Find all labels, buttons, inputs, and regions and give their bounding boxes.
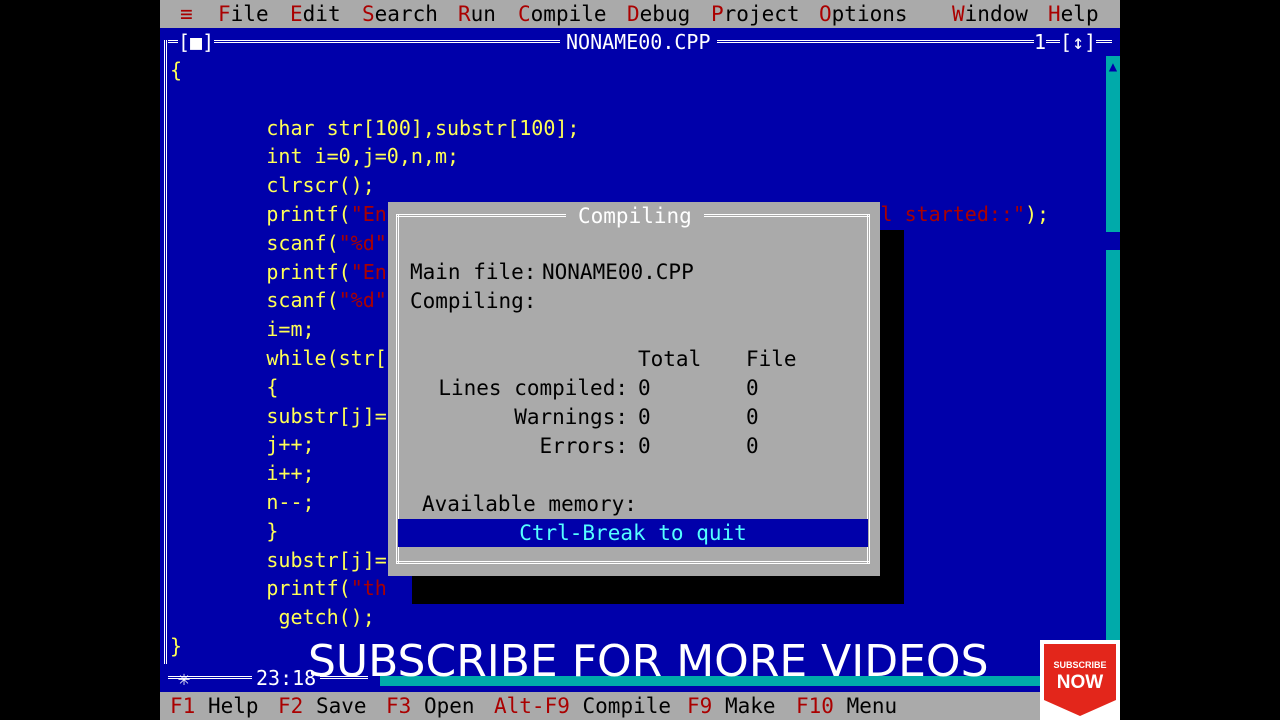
code-text: scanf( [266,230,339,255]
status-menu[interactable]: F10 Menu [796,692,897,720]
code-line: scanf("%d" [266,229,386,257]
menu-run[interactable]: Run [458,0,496,28]
code-text: scanf( [266,288,339,313]
frame-left-border [164,40,167,664]
status-open[interactable]: F3 Open [386,692,475,720]
badge-subscribe-text: SUBSCRIBE [1053,660,1106,670]
string-literal: "%d" [338,230,387,255]
editor-title-bar: [■] NONAME00.CPP 1 [↕] [160,28,1120,56]
warnings-label: Warnings: [514,405,628,429]
status-make[interactable]: F9 Make [687,692,776,720]
scroll-up-arrow-icon[interactable]: ▲ [1106,56,1120,78]
menu-window[interactable]: Window [952,0,1028,28]
menu-debug[interactable]: Debug [627,0,690,28]
menu-options[interactable]: Options [819,0,908,28]
lines-compiled-file: 0 [746,376,759,400]
subscribe-now-badge-icon[interactable]: SUBSCRIBE NOW [1040,640,1120,720]
system-menu-icon[interactable]: ≡ [180,0,193,28]
code-line: printf("th [266,574,386,602]
subscribe-caption: SUBSCRIBE FOR MORE VIDEOS [308,636,989,687]
vertical-scrollbar[interactable]: ▲ [1106,56,1120,664]
lines-compiled-total: 0 [638,376,651,400]
code-line: char str[100],substr[100]; [266,115,580,140]
menu-search[interactable]: Search [362,0,438,28]
code-line: clrscr(); [266,173,375,198]
warnings-total: 0 [638,405,651,429]
lines-compiled-label: Lines compiled: [438,376,628,400]
code-line: } [170,634,183,658]
dialog-border-bottom [396,561,870,564]
warnings-file: 0 [746,405,759,429]
code-line: j++; [266,432,315,457]
column-total: Total [638,347,702,371]
window-number: 1 [1034,28,1047,56]
code-line: i++; [266,461,315,486]
editor-filename-title: NONAME00.CPP [560,28,717,56]
menu-help[interactable]: Help [1048,0,1099,28]
badge-now-text: NOW [1057,672,1104,693]
code-line: getch(); [278,605,375,630]
available-memory-label: Available memory: [422,492,637,516]
status-save[interactable]: F2 Save [278,692,367,720]
menu-file[interactable]: File [218,0,269,28]
code-text: ); [1024,202,1050,226]
code-line: substr[j]= [266,403,387,428]
zoom-window-button[interactable]: [↕] [1060,28,1097,56]
status-compile[interactable]: Alt-F9 Compile [494,692,671,720]
string-literal: "En [350,259,387,284]
turbo-cpp-screen: ≡ File Edit Search Run Compile Debug Pro… [160,0,1120,720]
code-text: printf( [266,259,351,284]
main-file-value: NONAME00.CPP [542,260,694,284]
code-line: while(str[ [266,346,387,370]
code-line: printf("En [266,258,386,286]
code-line: { [170,58,183,82]
string-literal: "th [350,576,387,601]
string-literal: "%d" [338,288,387,313]
column-file: File [746,347,797,371]
code-line: i=m; [266,317,315,342]
close-window-button[interactable]: [■] [178,28,215,56]
code-line: n--; [266,490,315,514]
ctrl-break-quit-hint: Ctrl-Break to quit [398,519,868,547]
menu-project[interactable]: Project [711,0,800,28]
menu-edit[interactable]: Edit [290,0,341,28]
errors-file: 0 [746,434,759,458]
compiling-dialog: Compiling Main file: NONAME00.CPP Compil… [388,202,880,576]
errors-label: Errors: [539,434,628,458]
code-line: int i=0,j=0,n,m; [266,144,460,169]
vertical-scroll-thumb[interactable] [1106,232,1120,250]
modified-star-icon: ✳ [178,666,191,690]
code-text: printf( [266,576,351,601]
menu-compile[interactable]: Compile [518,0,607,28]
code-line: { [266,374,279,399]
compiling-label: Compiling: [410,289,537,313]
status-bar: F1 Help F2 Save F3 Open Alt-F9 Compile F… [160,692,1120,720]
status-help[interactable]: F1 Help [170,692,259,720]
errors-total: 0 [638,434,651,458]
code-line: scanf("%d" [266,286,386,314]
dialog-border-left [396,214,399,564]
code-line: substr[j]= [266,547,387,572]
code-line: } [266,518,279,543]
dialog-title: Compiling [566,202,704,230]
code-text: printf( [266,202,351,226]
menu-bar: ≡ File Edit Search Run Compile Debug Pro… [160,0,1120,28]
main-file-label: Main file: [410,260,537,284]
dialog-border-right [867,214,870,564]
